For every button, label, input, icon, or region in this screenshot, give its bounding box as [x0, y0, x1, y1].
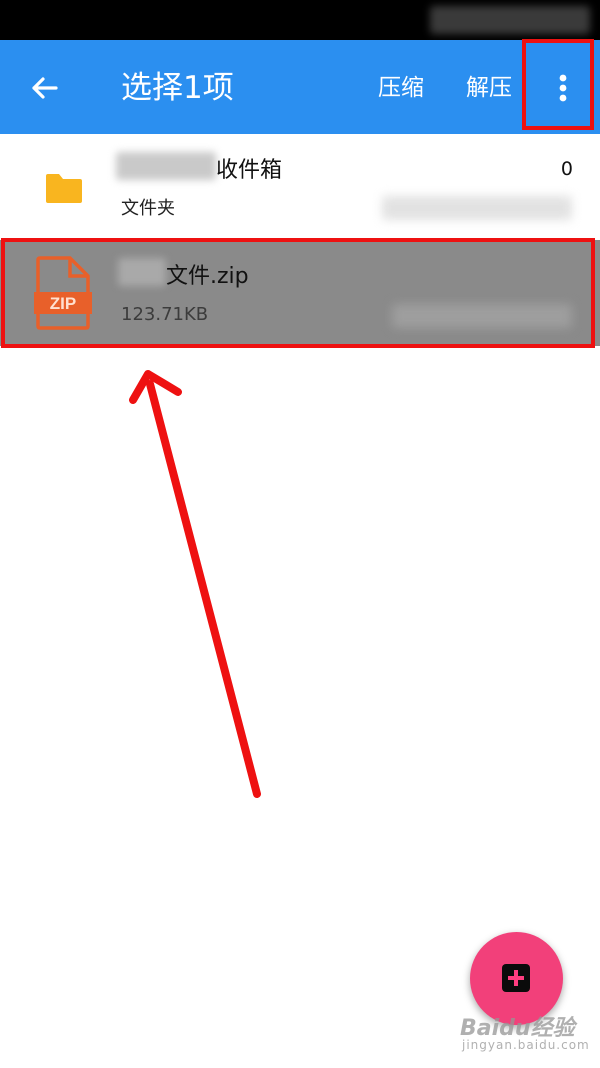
folder-type-label: 文件夹: [121, 198, 175, 219]
add-icon: [502, 964, 530, 992]
back-arrow-icon: [32, 77, 58, 99]
file-list-item-folder[interactable]: 收件箱 文件夹 0: [0, 134, 600, 238]
zip-row-highlight-box: [1, 238, 595, 348]
folder-name-blurred: [116, 152, 216, 180]
extract-button[interactable]: 解压: [466, 70, 512, 106]
folder-name: 收件箱: [216, 158, 283, 183]
status-bar-blurred-area: [430, 6, 590, 34]
app-bar: 选择1项 压缩 解压: [0, 40, 600, 134]
back-button[interactable]: [22, 66, 66, 110]
folder-item-count: 0: [560, 158, 573, 180]
folder-icon: [46, 174, 82, 203]
status-bar: [0, 0, 600, 40]
page-title: 选择1项: [121, 70, 234, 106]
compress-button[interactable]: 压缩: [378, 70, 424, 106]
watermark-url: jingyan.baidu.com: [462, 1038, 590, 1052]
red-arrow-annotation: [129, 370, 261, 798]
folder-date-blurred: [382, 196, 572, 220]
watermark: Baidu经验 jingyan.baidu.com: [448, 1004, 598, 1064]
more-button-highlight-box: [522, 39, 594, 130]
